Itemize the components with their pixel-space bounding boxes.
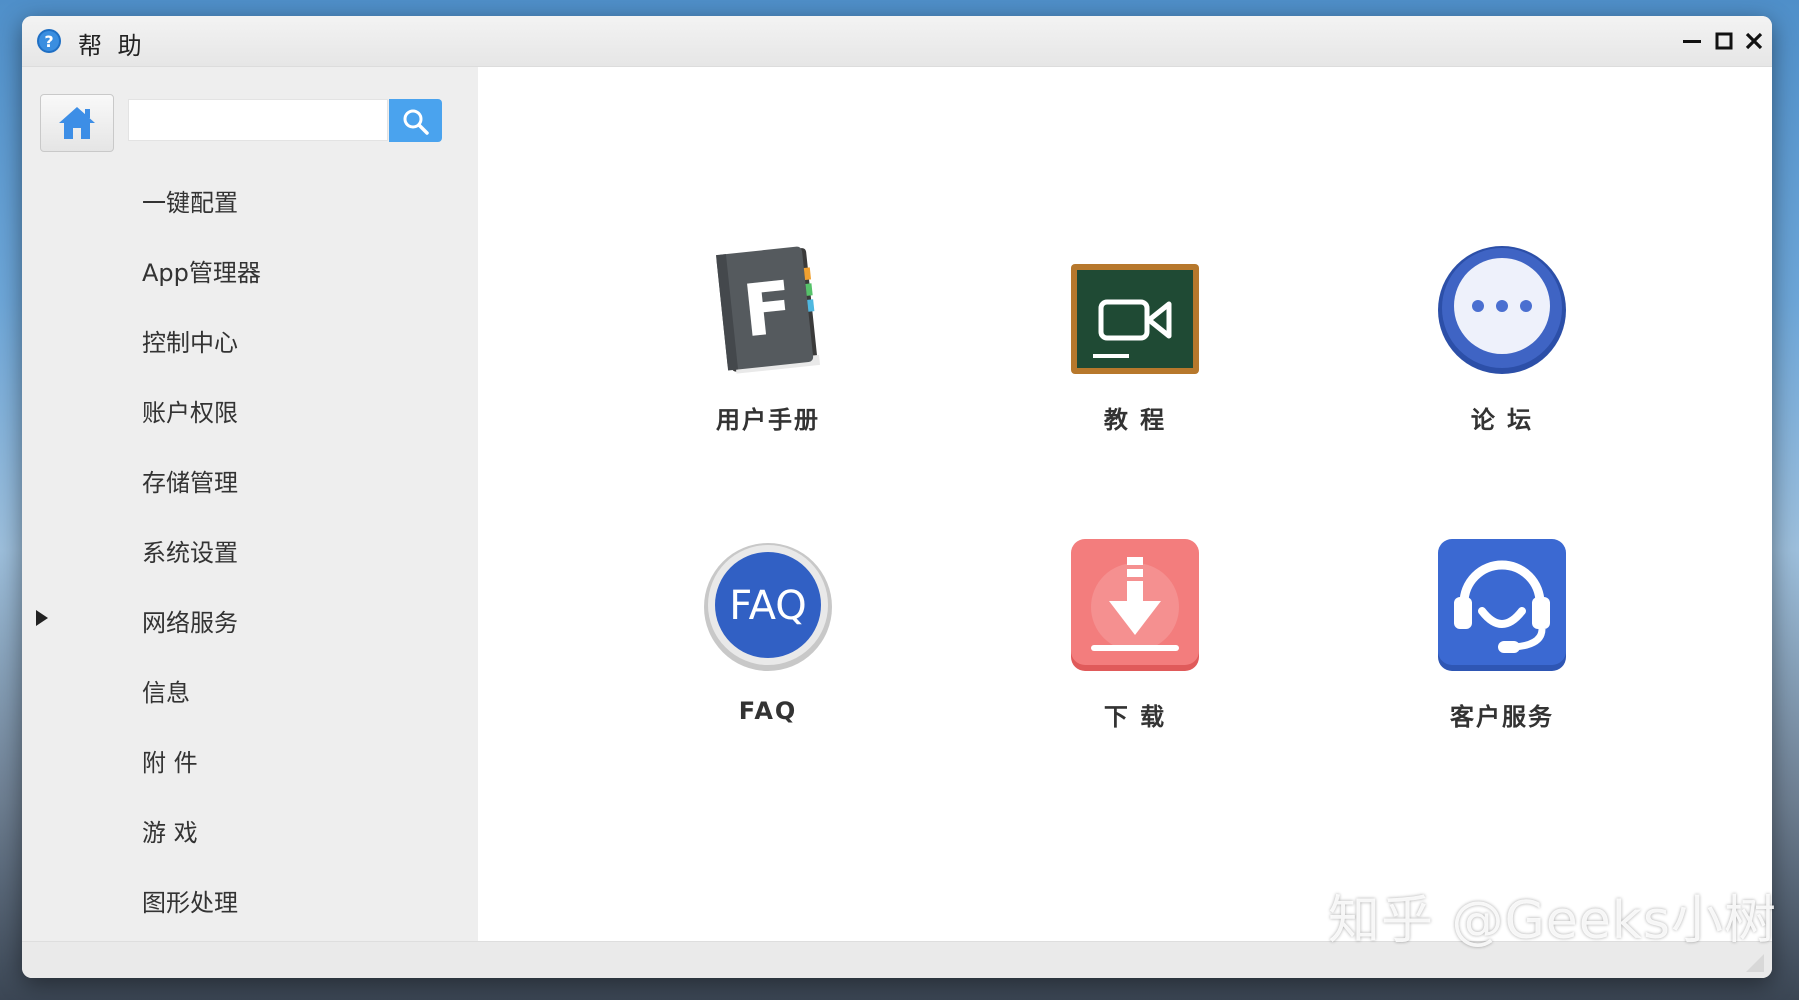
tile-customer-service[interactable]: 客户服务 xyxy=(1382,539,1622,769)
tile-label: 下 载 xyxy=(1103,703,1167,731)
search-icon xyxy=(403,109,429,135)
sidebar-item-app-manager[interactable]: App管理器 xyxy=(22,234,478,304)
tile-label: 教 程 xyxy=(1103,406,1167,434)
sidebar-item-label: App管理器 xyxy=(142,259,261,287)
maximize-icon[interactable] xyxy=(1712,29,1736,53)
tile-forum[interactable]: 论 坛 xyxy=(1382,242,1622,472)
sidebar-item-label: 附 件 xyxy=(142,749,198,777)
help-question-icon: ? xyxy=(37,29,61,53)
tile-tutorial[interactable]: 教 程 xyxy=(1015,242,1255,472)
sidebar-item-info[interactable]: 信息 xyxy=(22,654,478,724)
forum-chat-bubble-icon xyxy=(1438,246,1566,374)
sidebar-item-accessories[interactable]: 附 件 xyxy=(22,724,478,794)
sidebar-item-games[interactable]: 游 戏 xyxy=(22,794,478,864)
download-icon xyxy=(1071,539,1199,671)
home-icon xyxy=(59,107,95,139)
home-button[interactable] xyxy=(40,94,114,152)
close-icon[interactable] xyxy=(1742,29,1766,53)
help-content: F 用户手册 教 程 论 坛 FAQ FAQ 下 载 客户服务 xyxy=(478,67,1772,942)
help-window: ? 帮 助 一键配置 App管理器 控制中心 账户权限 存储管理 系统设置 网络… xyxy=(22,16,1772,978)
sidebar-item-network-services[interactable]: 网络服务 xyxy=(22,584,478,654)
sidebar-item-label: 一键配置 xyxy=(142,189,238,217)
sidebar-item-label: 信息 xyxy=(142,679,190,707)
sidebar-item-label: 控制中心 xyxy=(142,329,238,357)
title-bar[interactable]: ? 帮 助 xyxy=(22,16,1772,67)
faq-icon: FAQ xyxy=(704,543,832,671)
sidebar-item-label: 游 戏 xyxy=(142,819,198,847)
svg-text:?: ? xyxy=(44,32,53,51)
customer-service-headset-icon xyxy=(1438,539,1566,671)
tile-label: FAQ xyxy=(738,697,798,725)
sidebar-item-label: 图形处理 xyxy=(142,889,238,917)
search-input[interactable] xyxy=(128,99,388,141)
sidebar-item-label: 账户权限 xyxy=(142,399,238,427)
sidebar-menu: 一键配置 App管理器 控制中心 账户权限 存储管理 系统设置 网络服务 信息 … xyxy=(22,164,478,934)
tutorial-video-board-icon xyxy=(1071,264,1199,374)
tile-label: 客户服务 xyxy=(1450,703,1554,731)
search-button[interactable] xyxy=(389,99,442,142)
sidebar-item-system-settings[interactable]: 系统设置 xyxy=(22,514,478,584)
sidebar-item-account-permissions[interactable]: 账户权限 xyxy=(22,374,478,444)
watermark: 知乎 @Geeks小树 xyxy=(1327,891,1777,951)
expand-arrow-icon[interactable] xyxy=(36,610,48,626)
sidebar-item-label: 系统设置 xyxy=(142,539,238,567)
minimize-icon[interactable] xyxy=(1680,29,1704,53)
sidebar-item-graphics[interactable]: 图形处理 xyxy=(22,864,478,934)
window-title: 帮 助 xyxy=(78,32,146,60)
sidebar-item-one-click-config[interactable]: 一键配置 xyxy=(22,164,478,234)
sidebar: 一键配置 App管理器 控制中心 账户权限 存储管理 系统设置 网络服务 信息 … xyxy=(22,67,478,942)
sidebar-item-label: 网络服务 xyxy=(142,609,238,637)
tile-user-manual[interactable]: F 用户手册 xyxy=(648,242,888,472)
sidebar-item-control-center[interactable]: 控制中心 xyxy=(22,304,478,374)
resize-grip-icon[interactable] xyxy=(1746,954,1764,972)
sidebar-item-storage-management[interactable]: 存储管理 xyxy=(22,444,478,514)
faq-icon-text: FAQ xyxy=(729,583,806,629)
svg-text:F: F xyxy=(739,265,797,354)
tile-label: 论 坛 xyxy=(1470,406,1534,434)
tile-faq[interactable]: FAQ FAQ xyxy=(648,539,888,769)
user-manual-book-icon: F xyxy=(715,246,821,374)
tile-label: 用户手册 xyxy=(716,406,820,434)
sidebar-item-label: 存储管理 xyxy=(142,469,238,497)
tile-download[interactable]: 下 载 xyxy=(1015,539,1255,769)
